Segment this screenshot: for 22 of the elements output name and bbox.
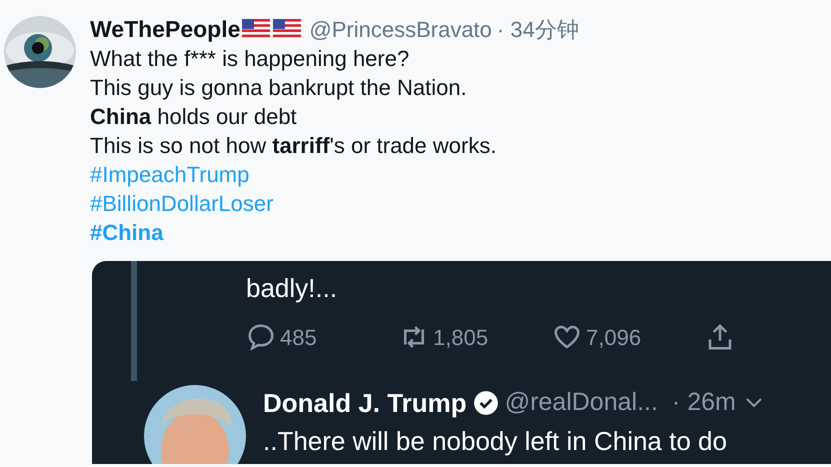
tweet-text: ..There will be nobody left in China to do: [263, 425, 728, 458]
action-count: 7,096: [586, 324, 642, 352]
action-count: 485: [280, 324, 317, 352]
hashtag-link[interactable]: #China: [90, 218, 164, 247]
reply-icon[interactable]: [246, 322, 276, 352]
tweet-text-line: This is so not how tarriff's or trade works.: [90, 132, 498, 160]
user-name[interactable]: WeThePeople: [90, 12, 240, 46]
chevron-down-icon[interactable]: [746, 398, 762, 408]
hashtag-link[interactable]: #ImpeachTrump: [90, 160, 250, 189]
tweet-text-line: What the f*** is happening here?: [90, 45, 410, 73]
flag-icon: [242, 19, 270, 39]
user-handle[interactable]: @realDonal...: [504, 384, 658, 422]
action-count: 1,805: [433, 324, 488, 352]
tweet-text: badly!...: [246, 272, 338, 305]
user-name[interactable]: Donald J. Trump: [263, 384, 467, 422]
timestamp[interactable]: · 26m: [672, 384, 736, 422]
tweet-text-line: China holds our debt: [90, 103, 298, 131]
timestamp[interactable]: · 34分钟: [496, 12, 579, 46]
flag-icon: [273, 19, 302, 39]
tweet-text-line: This guy is gonna bankrupt the Nation.: [90, 74, 468, 102]
hashtag-link[interactable]: #BillionDollarLoser: [90, 189, 274, 218]
user-handle[interactable]: @PrincessBravato: [309, 12, 492, 46]
